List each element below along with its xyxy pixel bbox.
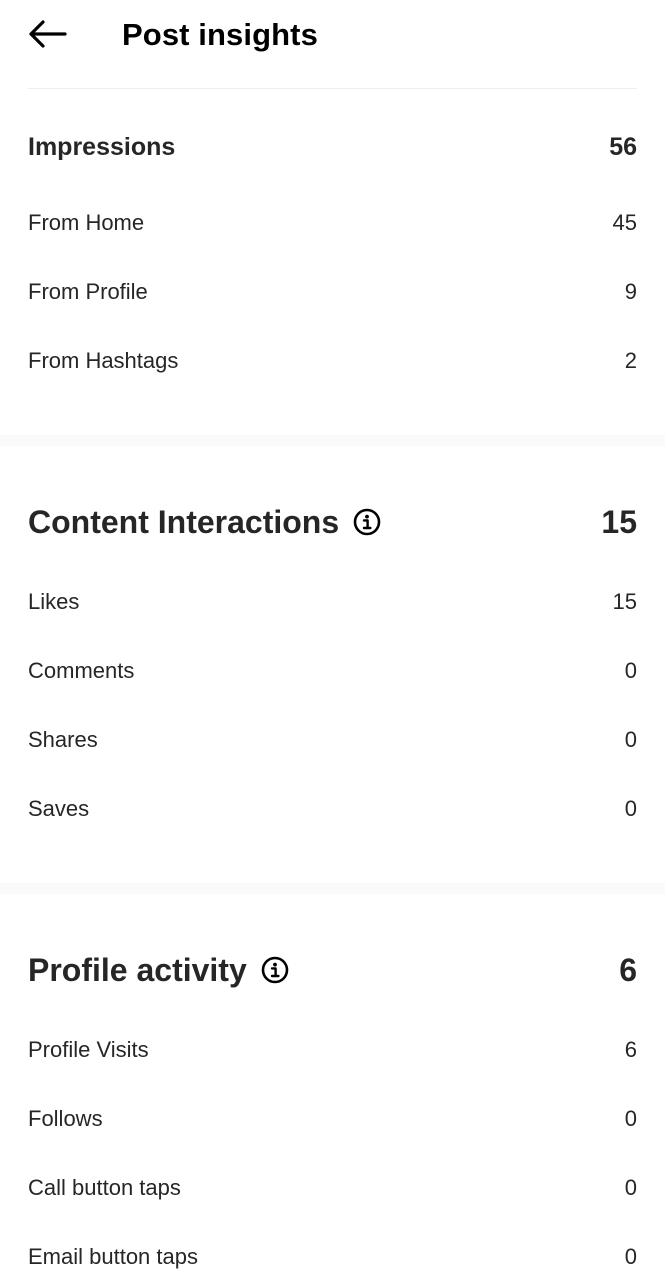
metric-label: Likes xyxy=(28,589,80,614)
profile-activity-total: 6 xyxy=(619,951,637,988)
content-interactions-header: Content Interactions 15 xyxy=(28,498,637,546)
metric-label: Call button taps xyxy=(28,1175,181,1200)
metric-value: 0 xyxy=(624,1244,637,1269)
list-item: Follows 0 xyxy=(28,1102,637,1136)
metric-label: Saves xyxy=(28,796,90,821)
section-separator xyxy=(0,883,665,894)
metric-value: 0 xyxy=(624,796,637,821)
profile-activity-header: Profile activity 6 xyxy=(28,946,637,994)
metric-value: 6 xyxy=(624,1037,637,1062)
list-item: Email button taps 0 xyxy=(28,1240,637,1274)
top-bar: Post insights xyxy=(0,0,665,88)
info-icon[interactable] xyxy=(261,956,289,984)
metric-label: Follows xyxy=(28,1106,103,1131)
metric-value: 0 xyxy=(624,1106,637,1131)
content-interactions-title: Content Interactions xyxy=(28,503,340,540)
metric-value: 15 xyxy=(612,589,637,614)
metric-label: Profile Visits xyxy=(28,1037,149,1062)
metric-value: 0 xyxy=(624,727,637,752)
list-item: From Hashtags 2 xyxy=(28,344,637,378)
impressions-header: Impressions 56 xyxy=(28,126,637,168)
info-icon[interactable] xyxy=(353,508,381,536)
list-item: From Profile 9 xyxy=(28,275,637,309)
back-arrow-icon xyxy=(27,19,67,54)
metric-label: From Home xyxy=(28,210,145,235)
list-item: Saves 0 xyxy=(28,792,637,826)
list-item: Likes 15 xyxy=(28,585,637,619)
metric-label: Comments xyxy=(28,658,135,683)
metric-value: 0 xyxy=(624,1175,637,1200)
back-button[interactable] xyxy=(22,14,72,58)
metric-label: Shares xyxy=(28,727,98,752)
metric-label: From Profile xyxy=(28,279,148,304)
list-item: Comments 0 xyxy=(28,654,637,688)
content-interactions-total: 15 xyxy=(601,503,637,540)
profile-activity-title: Profile activity xyxy=(28,951,247,988)
list-item: Profile Visits 6 xyxy=(28,1033,637,1067)
header-divider xyxy=(28,88,637,89)
metric-label: From Hashtags xyxy=(28,348,179,373)
metric-value: 9 xyxy=(624,279,637,304)
list-item: From Home 45 xyxy=(28,206,637,240)
metric-value: 2 xyxy=(624,348,637,373)
list-item: Call button taps 0 xyxy=(28,1171,637,1205)
impressions-title: Impressions xyxy=(28,132,176,161)
impressions-total: 56 xyxy=(609,132,637,161)
metric-label: Email button taps xyxy=(28,1244,198,1269)
metric-value: 45 xyxy=(612,210,637,235)
page-title: Post insights xyxy=(122,17,318,52)
metric-value: 0 xyxy=(624,658,637,683)
section-separator xyxy=(0,435,665,446)
list-item: Shares 0 xyxy=(28,723,637,757)
